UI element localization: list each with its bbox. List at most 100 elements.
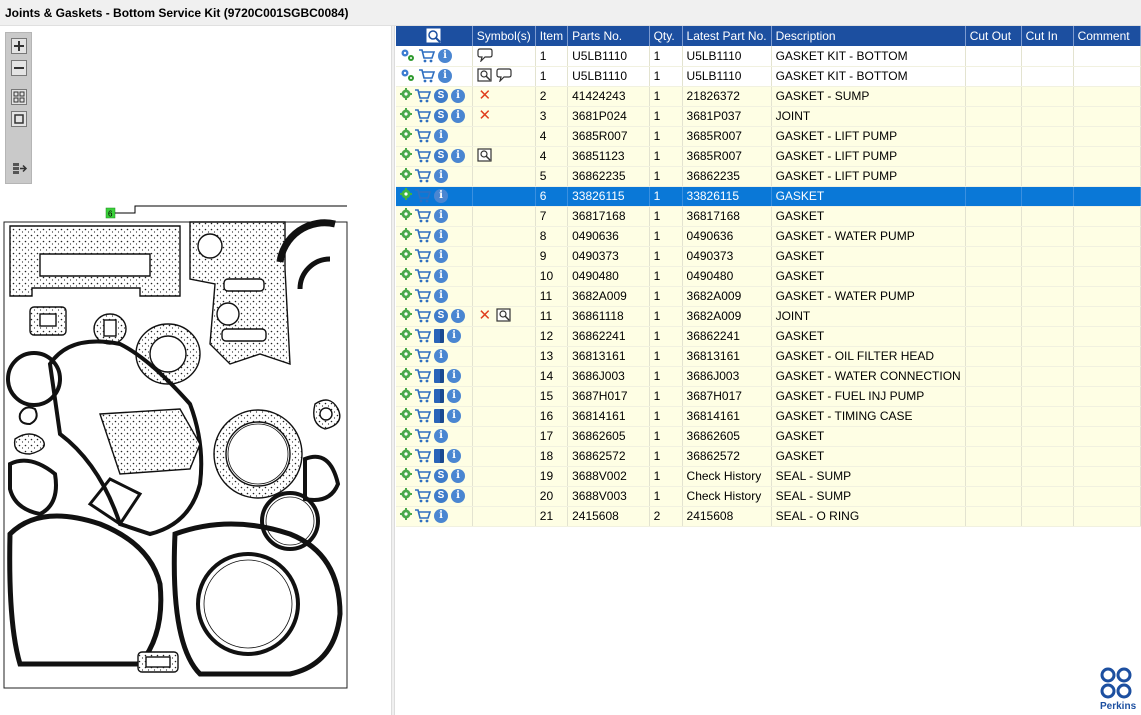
gear-icon[interactable] [400, 288, 412, 304]
info-icon[interactable]: i [434, 429, 448, 443]
table-row[interactable]: i 8 0490636 1 0490636 GASKET - WATER PUMP [396, 226, 1141, 247]
cart-icon[interactable] [415, 129, 432, 143]
book-icon[interactable] [434, 329, 444, 343]
cart-icon[interactable] [415, 249, 432, 263]
service-icon[interactable]: S [434, 149, 448, 163]
superseded-x-icon[interactable]: ✕ [477, 88, 493, 104]
info-icon[interactable]: i [438, 48, 452, 63]
table-row[interactable]: i 1 U5LB1110 1 U5LB1110 GASKET KIT - BOTTOM [396, 66, 1141, 87]
drawing-pane[interactable]: 6 [0, 26, 391, 715]
table-row[interactable]: i 11 3682A009 1 3682A009 GASKET - WATER PUMP [396, 286, 1141, 307]
cart-icon[interactable] [415, 109, 432, 123]
cart-icon[interactable] [415, 269, 432, 283]
table-row[interactable]: i 6 33826115 1 33826115 GASKET [396, 186, 1141, 207]
kit-icon[interactable] [400, 68, 416, 84]
info-icon[interactable]: i [434, 129, 448, 143]
gear-icon[interactable] [400, 448, 412, 464]
fit-page-button[interactable] [11, 89, 27, 105]
table-row[interactable]: i 18 36862572 1 36862572 GASKET [396, 446, 1141, 467]
gear-icon[interactable] [400, 468, 412, 484]
service-icon[interactable]: S [434, 309, 448, 323]
service-icon[interactable]: S [434, 89, 448, 103]
superseded-x-icon[interactable]: ✕ [477, 108, 493, 124]
table-row[interactable]: i 4 3685R007 1 3685R007 GASKET - LIFT PUMP [396, 126, 1141, 147]
column-header-actions[interactable] [396, 26, 473, 46]
exploded-diagram[interactable]: 6 [0, 204, 352, 690]
table-row[interactable]: Si 20 3688V003 1 Check History SEAL - SUMP [396, 486, 1141, 507]
cart-icon[interactable] [415, 89, 432, 103]
gear-icon[interactable] [400, 308, 412, 324]
info-icon[interactable]: i [434, 169, 448, 183]
gear-icon[interactable] [400, 488, 412, 504]
info-icon[interactable]: i [447, 369, 461, 383]
table-row[interactable]: Si 4 36851123 1 3685R007 GASKET - LIFT PUMP [396, 146, 1141, 167]
table-row[interactable]: Si 19 3688V002 1 Check History SEAL - SUMP [396, 466, 1141, 487]
gear-icon[interactable] [400, 428, 412, 444]
table-row[interactable]: i 16 36814161 1 36814161 GASKET - TIMING CASE [396, 406, 1141, 427]
gear-icon[interactable] [400, 128, 412, 144]
cart-icon[interactable] [415, 209, 432, 223]
gear-icon[interactable] [400, 268, 412, 284]
gear-icon[interactable] [400, 188, 412, 204]
column-header-qty[interactable]: Qty. [649, 26, 683, 46]
gear-icon[interactable] [400, 88, 412, 104]
note-icon[interactable] [496, 68, 512, 84]
info-icon[interactable]: i [434, 209, 448, 223]
info-icon[interactable]: i [434, 189, 448, 203]
cart-icon[interactable] [415, 409, 432, 423]
info-icon[interactable]: i [447, 389, 461, 403]
gear-icon[interactable] [400, 168, 412, 184]
info-icon[interactable]: i [438, 69, 452, 83]
table-row[interactable]: i 13 36813161 1 36813161 GASKET - OIL FILTER … [396, 346, 1141, 367]
table-row[interactable]: i 14 3686J003 1 3686J003 GASKET - WATER CONNE… [396, 366, 1141, 387]
cart-icon[interactable] [415, 189, 432, 203]
table-row[interactable]: Si ✕ 2 41424243 1 21826372 GASKET - SUMP [396, 86, 1141, 107]
table-row[interactable]: i 15 3687H017 1 3687H017 GASKET - FUEL INJ PU… [396, 386, 1141, 407]
gear-icon[interactable] [400, 148, 412, 164]
table-row[interactable]: Si ✕ 11 36861118 1 3682A009 JOINT [396, 306, 1141, 327]
book-icon[interactable] [434, 369, 444, 383]
info-icon[interactable]: i [434, 249, 448, 263]
info-icon[interactable]: i [451, 89, 465, 103]
cart-icon[interactable] [419, 48, 436, 63]
cart-icon[interactable] [415, 329, 432, 343]
zoom-out-button[interactable] [11, 60, 27, 76]
gear-icon[interactable] [400, 368, 412, 384]
info-icon[interactable]: i [447, 409, 461, 423]
cart-icon[interactable] [415, 349, 432, 363]
info-icon[interactable]: i [451, 309, 465, 323]
table-row[interactable]: i 1 U5LB1110 1 U5LB1110 GASKET KIT - BOTTOM [396, 46, 1141, 67]
column-header-cut-out[interactable]: Cut Out [965, 26, 1022, 46]
cart-icon[interactable] [415, 309, 432, 323]
gear-icon[interactable] [400, 208, 412, 224]
service-icon[interactable]: S [434, 109, 448, 123]
info-icon[interactable]: i [451, 149, 465, 163]
book-icon[interactable] [434, 409, 444, 423]
info-icon[interactable]: i [451, 109, 465, 123]
kit-icon[interactable] [400, 48, 416, 64]
info-icon[interactable]: i [447, 449, 461, 463]
cart-icon[interactable] [415, 389, 432, 403]
info-icon[interactable]: i [434, 289, 448, 303]
cart-icon[interactable] [415, 469, 432, 483]
cart-icon[interactable] [415, 169, 432, 183]
column-header-symbols[interactable]: Symbol(s) [472, 26, 536, 46]
cart-icon[interactable] [415, 149, 432, 163]
table-row[interactable]: i 5 36862235 1 36862235 GASKET - LIFT PUMP [396, 166, 1141, 187]
column-header-item[interactable]: Item [535, 26, 569, 46]
gear-icon[interactable] [400, 108, 412, 124]
info-icon[interactable]: i [434, 269, 448, 283]
note-icon[interactable] [477, 48, 493, 64]
column-header-latest-part-no[interactable]: Latest Part No. [682, 26, 772, 46]
cart-icon[interactable] [415, 369, 432, 383]
table-row[interactable]: i 12 36862241 1 36862241 GASKET [396, 326, 1141, 347]
gear-icon[interactable] [400, 328, 412, 344]
superseded-x-icon[interactable]: ✕ [477, 308, 493, 324]
callout-6[interactable]: 6 [105, 205, 347, 219]
column-header-parts-no[interactable]: Parts No. [567, 26, 650, 46]
info-icon[interactable]: i [434, 509, 448, 523]
service-icon[interactable]: S [434, 469, 448, 483]
column-header-cut-in[interactable]: Cut In [1021, 26, 1074, 46]
table-row[interactable]: i 7 36817168 1 36817168 GASKET [396, 206, 1141, 227]
gear-icon[interactable] [400, 408, 412, 424]
